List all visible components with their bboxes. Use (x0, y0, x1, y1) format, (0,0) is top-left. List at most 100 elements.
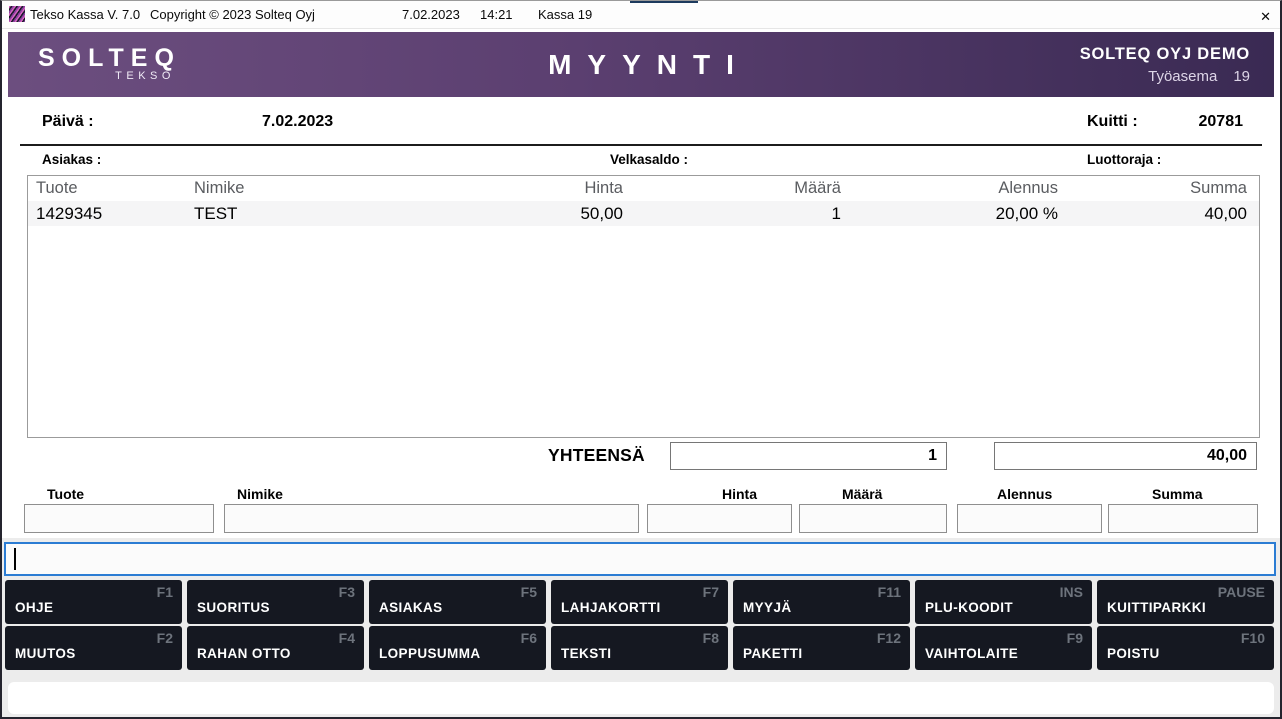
entry-label-hinta: Hinta (722, 486, 757, 502)
cell-product-code: 1429345 (28, 201, 186, 226)
col-header-nimike: Nimike (186, 176, 436, 201)
product-code-input[interactable] (24, 504, 214, 533)
seller-info: Myyjä : TESTAAJA TIMO (570, 113, 574, 131)
app-title: Tekso Kassa V. 7.0 (30, 7, 140, 22)
fk-key-hint: PAUSE (1218, 584, 1265, 600)
col-header-summa: Summa (1060, 176, 1259, 201)
receipt-label: Kuitti : (1087, 113, 1138, 131)
items-table: Tuote Nimike Hinta Määrä Alennus Summa 1… (27, 175, 1260, 438)
function-key-poistu[interactable]: POISTU F10 (1097, 626, 1274, 670)
copyright-text: Copyright © 2023 Solteq Oyj (150, 7, 315, 22)
price-input[interactable] (647, 504, 792, 533)
function-key-paketti[interactable]: PAKETTI F12 (733, 626, 910, 670)
fk-key-hint: F12 (877, 630, 901, 646)
divider-line (20, 144, 1262, 146)
app-icon (9, 6, 25, 22)
entry-label-nimike: Nimike (237, 486, 283, 502)
fk-key-hint: F4 (339, 630, 355, 646)
function-key-suoritus[interactable]: SUORITUS F3 (187, 580, 364, 624)
fk-label: OHJE (15, 600, 53, 615)
header-right-block: SOLTEQ OYJ DEMO Työasema 19 (1080, 45, 1250, 85)
fk-label: KUITTIPARKKI (1107, 600, 1206, 615)
function-key-vaihtolaite[interactable]: VAIHTOLAITE F9 (915, 626, 1092, 670)
fk-key-hint: INS (1060, 584, 1083, 600)
entry-label-maara: Määrä (842, 486, 882, 502)
command-input[interactable] (4, 542, 1276, 576)
fk-key-hint: F3 (339, 584, 355, 600)
function-key-lahjakortti[interactable]: LAHJAKORTTI F7 (551, 580, 728, 624)
function-key-asiakas[interactable]: ASIAKAS F5 (369, 580, 546, 624)
col-header-tuote: Tuote (28, 176, 186, 201)
customer-label: Asiakas : (42, 152, 101, 167)
workstation-number: 19 (1233, 68, 1250, 85)
fk-label: PLU-KOODIT (925, 600, 1013, 615)
workstation-info: Työasema 19 (1080, 68, 1250, 85)
date-label: Päivä : (42, 113, 94, 131)
cell-quantity: 1 (625, 201, 843, 226)
total-sum-box: 40,00 (994, 442, 1257, 470)
fk-label: TEKSTI (561, 646, 611, 661)
fk-key-hint: F8 (703, 630, 719, 646)
fk-key-hint: F7 (703, 584, 719, 600)
titlebar-time: 14:21 (480, 7, 513, 22)
entry-label-summa: Summa (1152, 486, 1203, 502)
col-header-hinta: Hinta (436, 176, 625, 201)
fk-key-hint: F2 (157, 630, 173, 646)
cell-sum: 40,00 (1060, 201, 1259, 226)
background-window-sliver (630, 1, 698, 3)
function-key-kuittiparkki[interactable]: KUITTIPARKKI PAUSE (1097, 580, 1274, 624)
sum-input[interactable] (1108, 504, 1258, 533)
function-key-muutos[interactable]: MUUTOS F2 (5, 626, 182, 670)
bottom-status-strip (8, 682, 1274, 714)
company-name: SOLTEQ OYJ DEMO (1080, 45, 1250, 64)
titlebar-register: Kassa 19 (538, 7, 592, 22)
cell-discount: 20,00 % (843, 201, 1060, 226)
fk-key-hint: F1 (157, 584, 173, 600)
fk-label: LOPPUSUMMA (379, 646, 481, 661)
function-key-rahan-otto[interactable]: RAHAN OTTO F4 (187, 626, 364, 670)
table-row[interactable]: 1429345 TEST 50,00 1 20,00 % 40,00 (28, 201, 1259, 226)
function-key-teksti[interactable]: TEKSTI F8 (551, 626, 728, 670)
fk-label: ASIAKAS (379, 600, 443, 615)
discount-input[interactable] (957, 504, 1102, 533)
fk-key-hint: F9 (1067, 630, 1083, 646)
fk-label: MYYJÄ (743, 600, 792, 615)
col-header-maara: Määrä (625, 176, 843, 201)
cell-product-name: TEST (186, 201, 436, 226)
fk-label: RAHAN OTTO (197, 646, 291, 661)
lower-panel: OHJE F1 SUORITUS F3 ASIAKAS F5 LAHJAKORT… (2, 538, 1280, 717)
function-key-ohje[interactable]: OHJE F1 (5, 580, 182, 624)
text-caret (14, 548, 16, 570)
fk-key-hint: F10 (1241, 630, 1265, 646)
fk-label: MUUTOS (15, 646, 76, 661)
total-quantity-box: 1 (670, 442, 947, 470)
function-key-myyja[interactable]: MYYJÄ F11 (733, 580, 910, 624)
titlebar: Tekso Kassa V. 7.0 Copyright © 2023 Solt… (2, 1, 1280, 29)
function-key-row-2: MUUTOS F2 RAHAN OTTO F4 LOPPUSUMMA F6 TE… (5, 626, 1274, 670)
fk-label: PAKETTI (743, 646, 803, 661)
cell-price: 50,00 (436, 201, 625, 226)
entry-label-tuote: Tuote (47, 486, 84, 502)
fk-label: VAIHTOLAITE (925, 646, 1018, 661)
fk-label: LAHJAKORTTI (561, 600, 661, 615)
function-key-plu-koodit[interactable]: PLU-KOODIT INS (915, 580, 1092, 624)
credit-limit-label: Luottoraja : (1087, 152, 1161, 167)
fk-key-hint: F11 (878, 584, 901, 600)
fk-label: POISTU (1107, 646, 1160, 661)
quantity-input[interactable] (799, 504, 947, 533)
pos-window: Tekso Kassa V. 7.0 Copyright © 2023 Solt… (0, 0, 1282, 719)
product-name-input[interactable] (224, 504, 639, 533)
app-header: SOLTEQ TEKSO MYYNTI SOLTEQ OYJ DEMO Työa… (8, 32, 1274, 97)
fk-key-hint: F6 (521, 630, 537, 646)
receipt-number: 20781 (1199, 113, 1244, 131)
workstation-label: Työasema (1148, 68, 1217, 85)
debt-balance-label: Velkasaldo : (610, 152, 688, 167)
col-header-alennus: Alennus (843, 176, 1060, 201)
items-table-header: Tuote Nimike Hinta Määrä Alennus Summa (28, 176, 1259, 201)
function-key-row-1: OHJE F1 SUORITUS F3 ASIAKAS F5 LAHJAKORT… (5, 580, 1274, 624)
fk-label: SUORITUS (197, 600, 270, 615)
titlebar-date: 7.02.2023 (402, 7, 460, 22)
close-icon[interactable]: ✕ (1260, 7, 1271, 27)
function-key-loppusumma[interactable]: LOPPUSUMMA F6 (369, 626, 546, 670)
date-value: 7.02.2023 (262, 113, 333, 131)
